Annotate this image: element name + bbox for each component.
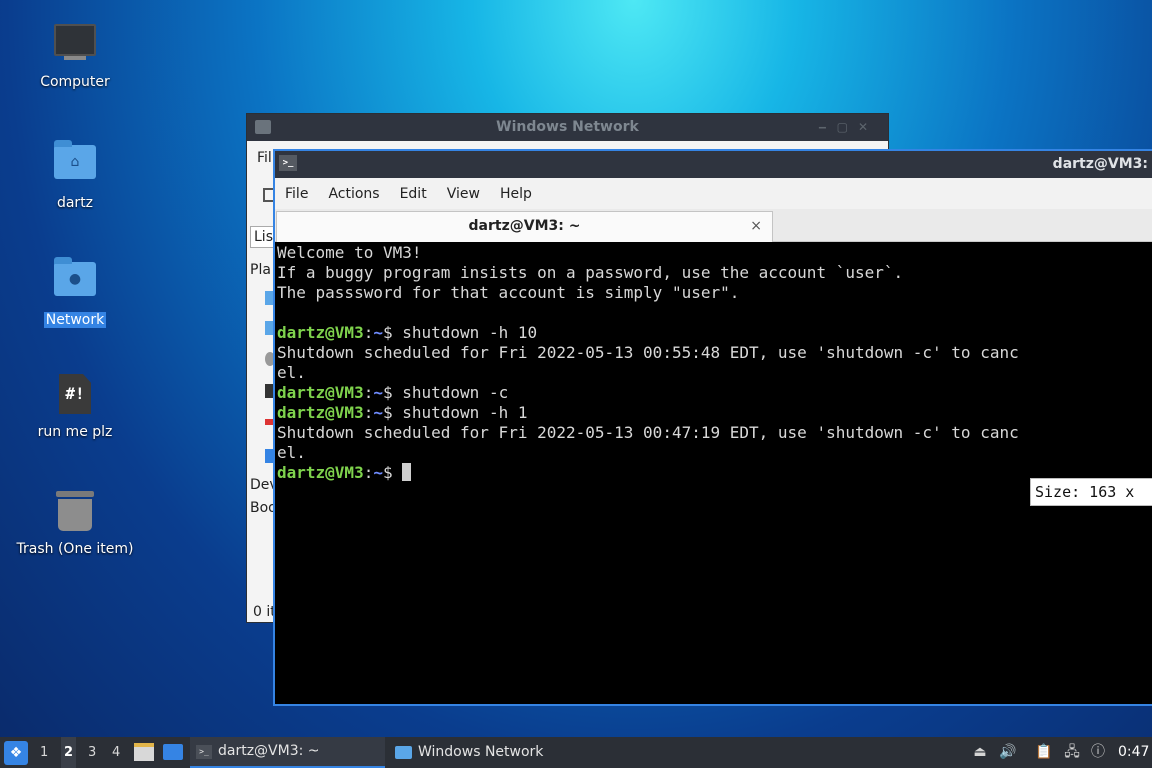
prompt-separator: : <box>363 383 374 402</box>
terminal-output-line: The passsword for that account is simply… <box>277 283 740 302</box>
menu-edit[interactable]: Edit <box>400 186 427 202</box>
command-text: shutdown -h 1 <box>402 403 528 422</box>
update-notifier-icon[interactable]: ⓘ <box>1089 743 1107 761</box>
folder-icon <box>255 120 271 134</box>
terminal-prompt-line: dartz@VM3:~$ shutdown -c <box>277 383 1152 403</box>
terminal-output-line: Welcome to VM3! <box>277 243 422 262</box>
terminal-menubar: File Actions Edit View Help <box>275 178 1152 209</box>
terminal-tab[interactable]: dartz@VM3: ~ × <box>276 211 773 242</box>
clipboard-icon[interactable]: 📋 <box>1035 743 1053 761</box>
terminal-window[interactable]: >_ dartz@VM3: File Actions Edit View Hel… <box>273 149 1152 706</box>
terminal-icon: >_ <box>279 155 297 171</box>
command-text: shutdown -h 10 <box>402 323 538 342</box>
terminal-title: dartz@VM3: <box>1052 156 1148 172</box>
prompt-path: ~ <box>373 323 383 342</box>
menu-actions[interactable]: Actions <box>328 186 379 202</box>
terminal-prompt-line: dartz@VM3:~$ shutdown -h 1 <box>277 403 1152 423</box>
task-windows-network[interactable]: Windows Network <box>389 737 589 768</box>
terminal-output-line: If a buggy program insists on a password… <box>277 263 904 282</box>
volume-icon[interactable]: 🔊 <box>999 743 1017 761</box>
desktop-icon-dartz[interactable]: ⌂ dartz <box>10 140 140 211</box>
terminal-output[interactable]: Welcome to VM3! If a buggy program insist… <box>275 242 1152 483</box>
task-label: Windows Network <box>418 744 544 760</box>
file-manager-title: Windows Network <box>496 119 639 135</box>
prompt-user: dartz@VM3 <box>277 463 364 482</box>
terminal-tabbar: dartz@VM3: ~ × <box>275 209 1152 242</box>
prompt-separator: : <box>363 323 374 342</box>
desktop-icon-trash[interactable]: Trash (One item) <box>10 491 140 557</box>
prompt-user: dartz@VM3 <box>277 383 364 402</box>
prompt-symbol: $ <box>382 383 403 402</box>
taskbar: ❖ 1 2 3 4 >_ dartz@VM3: ~ Windows Networ… <box>0 737 1152 768</box>
desktop-icon-run-me-plz[interactable]: #! run me plz <box>10 374 140 440</box>
prompt-symbol: $ <box>382 403 403 422</box>
file-manager-titlebar[interactable]: Windows Network ‒▢✕ <box>247 114 888 141</box>
prompt-user: dartz@VM3 <box>277 403 364 422</box>
desktop-icon-label: Network <box>43 312 107 328</box>
eject-icon[interactable]: ⏏ <box>971 743 989 761</box>
desktop-icon-label: dartz <box>56 195 94 211</box>
task-terminal[interactable]: >_ dartz@VM3: ~ <box>190 737 385 768</box>
terminal-prompt-line: dartz@VM3:~$ shutdown -h 10 <box>277 323 1152 343</box>
show-desktop-icon[interactable] <box>134 743 154 761</box>
home-folder-icon: ⌂ <box>53 140 97 189</box>
computer-icon <box>53 24 97 68</box>
prompt-path: ~ <box>373 383 383 402</box>
desktop-icon-label: run me plz <box>37 424 113 440</box>
terminal-output-line: el. <box>277 363 306 382</box>
prompt-separator: : <box>363 403 374 422</box>
desktop-icon-label: Trash (One item) <box>16 541 134 557</box>
network-icon[interactable]: 🖧 <box>1063 743 1081 761</box>
network-folder-icon: ● <box>53 257 97 306</box>
terminal-icon: >_ <box>196 744 212 759</box>
window-controls[interactable]: ‒▢✕ <box>818 114 878 141</box>
terminal-output-line: Shutdown scheduled for Fri 2022-05-13 00… <box>277 423 1019 442</box>
terminal-prompt-line: dartz@VM3:~$ <box>277 463 1152 483</box>
desktop-icon-network[interactable]: ● Network <box>10 257 140 328</box>
desktop-icon-label: Computer <box>40 74 110 90</box>
terminal-output-line: Shutdown scheduled for Fri 2022-05-13 00… <box>277 343 1019 362</box>
terminal-output-line: el. <box>277 443 306 462</box>
clock[interactable]: 0:47 <box>1118 737 1149 768</box>
desktop-icon-computer[interactable]: Computer <box>10 24 140 90</box>
prompt-path: ~ <box>373 403 383 422</box>
text-cursor <box>402 463 412 481</box>
prompt-path: ~ <box>373 463 383 482</box>
task-label: dartz@VM3: ~ <box>218 743 320 759</box>
places-header: Pla <box>250 262 271 278</box>
workspace-3[interactable]: 3 <box>88 737 96 768</box>
menu-help[interactable]: Help <box>500 186 532 202</box>
script-file-icon: #! <box>53 374 97 418</box>
trash-icon <box>53 491 97 535</box>
menu-view[interactable]: View <box>447 186 480 202</box>
file-menu[interactable]: Fil <box>257 150 272 166</box>
terminal-titlebar[interactable]: >_ dartz@VM3: <box>275 151 1152 178</box>
app-menu-button[interactable]: ❖ <box>4 741 28 765</box>
prompt-symbol: $ <box>382 323 403 342</box>
resize-size-tooltip: Size: 163 x <box>1030 478 1152 506</box>
workspace-1[interactable]: 1 <box>40 737 48 768</box>
menu-file[interactable]: File <box>285 186 308 202</box>
close-icon[interactable]: × <box>750 212 762 241</box>
folder-icon <box>395 746 412 759</box>
prompt-separator: : <box>363 463 374 482</box>
prompt-user: dartz@VM3 <box>277 323 364 342</box>
file-manager-launcher-icon[interactable] <box>163 744 183 760</box>
terminal-tab-label: dartz@VM3: ~ <box>468 218 581 234</box>
workspace-4[interactable]: 4 <box>112 737 120 768</box>
prompt-symbol: $ <box>382 463 403 482</box>
command-text: shutdown -c <box>402 383 509 402</box>
workspace-2[interactable]: 2 <box>61 737 77 768</box>
